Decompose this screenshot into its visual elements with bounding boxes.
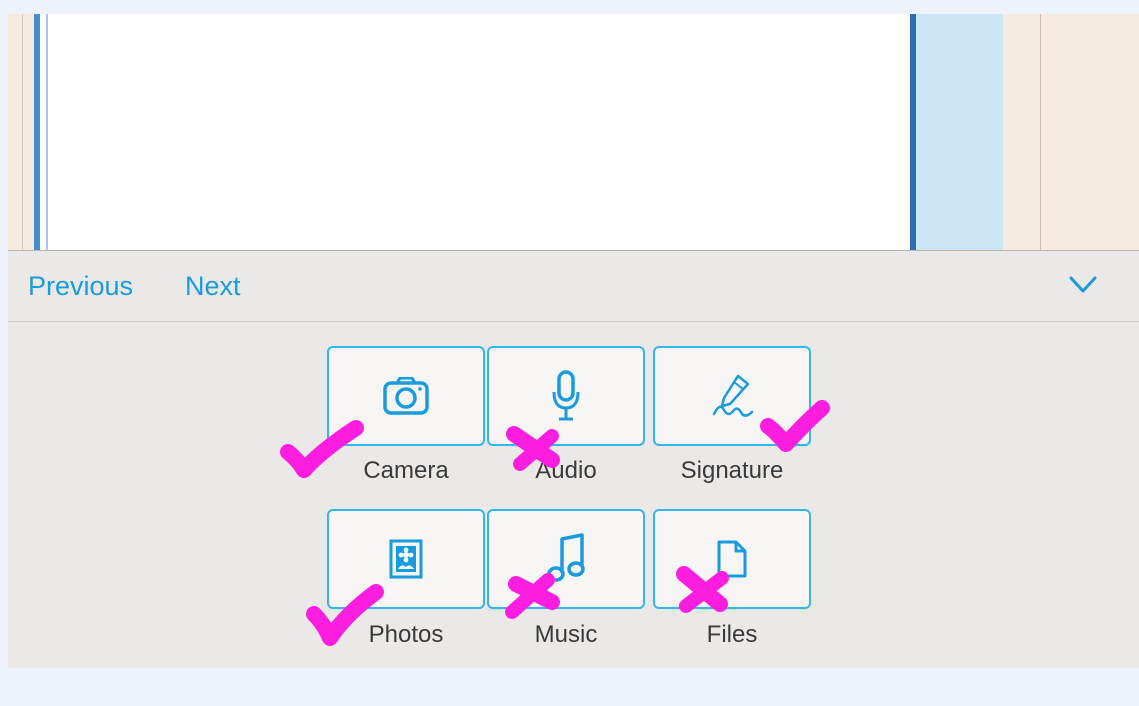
signature-button[interactable] [653, 346, 811, 446]
left-margin-line [22, 14, 23, 250]
music-label[interactable]: Music [487, 621, 645, 649]
right-margin-line [1040, 14, 1041, 250]
audio-button[interactable] [487, 346, 645, 446]
document-page[interactable] [34, 14, 916, 250]
photos-button[interactable] [327, 509, 485, 609]
music-button[interactable] [487, 509, 645, 609]
page-edge-line [46, 14, 48, 250]
files-button[interactable] [653, 509, 811, 609]
audio-label[interactable]: Audio [487, 457, 645, 485]
signature-label[interactable]: Signature [653, 457, 811, 485]
camera-button[interactable] [327, 346, 485, 446]
left-margin [8, 14, 34, 250]
next-button[interactable]: Next [185, 271, 241, 302]
chevron-down-icon[interactable] [1068, 273, 1098, 295]
right-blue-strip [916, 14, 1003, 250]
panel-toolbar: Previous Next [8, 251, 1139, 322]
previous-button[interactable]: Previous [28, 271, 133, 302]
right-margin [1003, 14, 1139, 250]
photos-label[interactable]: Photos [327, 621, 485, 649]
document-area [8, 14, 1139, 250]
files-label[interactable]: Files [653, 621, 811, 649]
camera-label[interactable]: Camera [327, 457, 485, 485]
attachment-panel: Previous Next Camera Audio Signature Pho… [8, 251, 1139, 668]
